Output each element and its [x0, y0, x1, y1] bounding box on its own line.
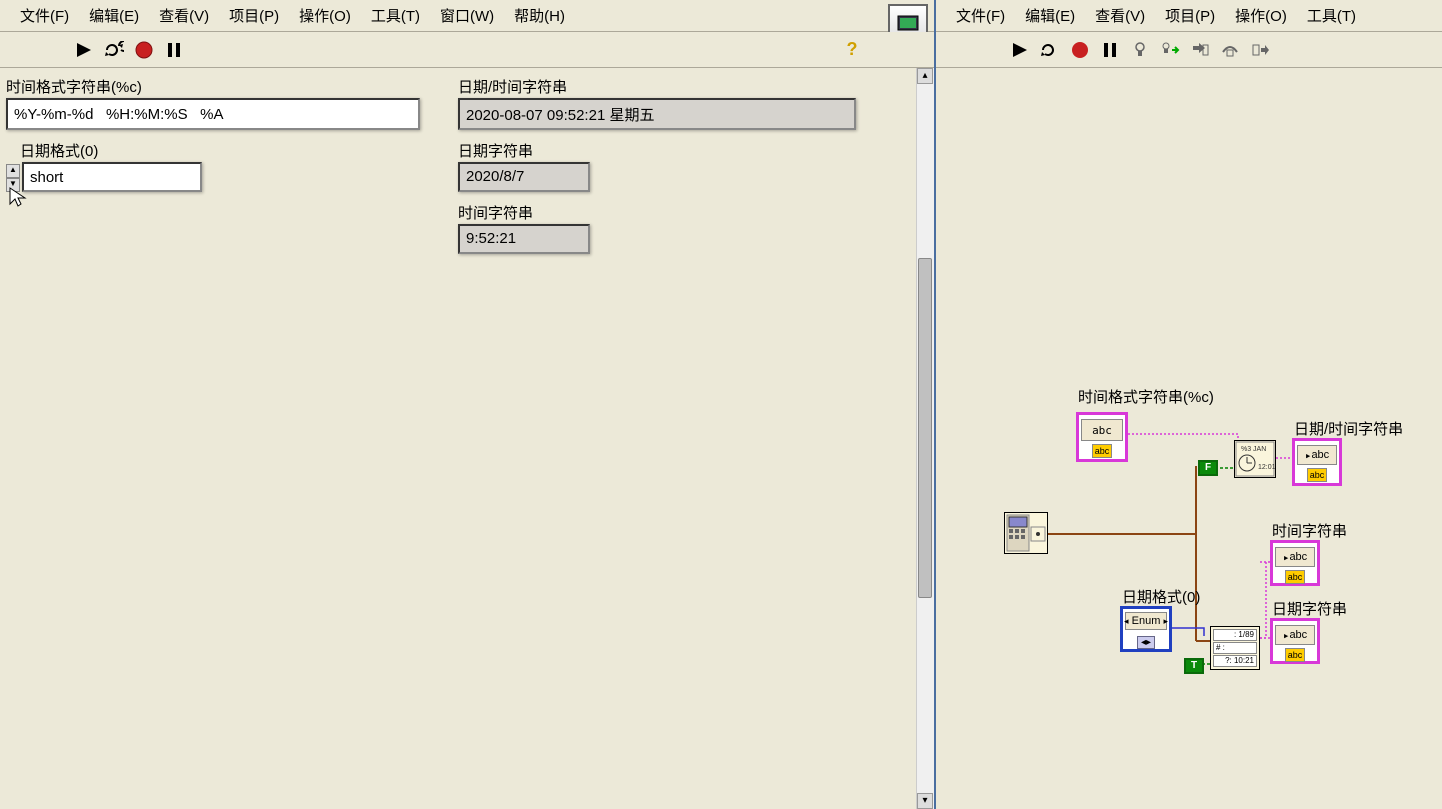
bd-node-time-string-indicator[interactable]: ▸abc abc — [1270, 540, 1320, 586]
toolbar-left: ? — [0, 32, 934, 68]
bd-func-format-date-time-string[interactable]: : 1/89 # : ?: 10:21 — [1210, 626, 1260, 670]
bd-label-time-format-string: 时间格式字符串(%c) — [1078, 386, 1214, 407]
menu-help[interactable]: 帮助(H) — [504, 1, 575, 30]
menu-window[interactable]: 窗口(W) — [430, 1, 504, 30]
abc-glyph-3: ▸abc — [1275, 547, 1315, 567]
step-into-icon[interactable] — [1188, 38, 1212, 62]
step-over-icon[interactable] — [1218, 38, 1242, 62]
menu-operate-bd[interactable]: 操作(O) — [1225, 1, 1297, 30]
abc-glyph-4: ▸abc — [1275, 625, 1315, 645]
menu-edit[interactable]: 编辑(E) — [79, 1, 149, 30]
retain-wire-values-icon[interactable] — [1158, 38, 1182, 62]
abort-button-bd[interactable] — [1068, 38, 1092, 62]
menu-tools[interactable]: 工具(T) — [361, 1, 430, 30]
svg-text:12:01: 12:01 — [1258, 464, 1275, 471]
label-time-string: 时间字符串 — [458, 202, 533, 223]
run-continuous-button-bd[interactable] — [1038, 38, 1062, 62]
front-panel-scrollbar[interactable]: ▴ ▾ — [916, 68, 934, 809]
sub-abc-3: abc — [1285, 570, 1306, 584]
label-date-format: 日期格式(0) — [20, 140, 98, 161]
label-date-string: 日期字符串 — [458, 140, 533, 161]
block-diagram-window: 文件(F) 编辑(E) 查看(V) 项目(P) 操作(O) 工具(T) — [936, 0, 1442, 809]
sub-abc-2: abc — [1307, 468, 1328, 482]
abc-glyph: abc — [1081, 419, 1123, 441]
bd-label-date-string: 日期字符串 — [1272, 598, 1347, 619]
scrollbar-thumb[interactable] — [918, 258, 932, 598]
sub-abc: abc — [1092, 444, 1113, 458]
enum-up-icon[interactable]: ▲ — [6, 164, 20, 178]
menu-file[interactable]: 文件(F) — [10, 1, 79, 30]
bd-bool-true-const[interactable]: T — [1184, 658, 1204, 674]
step-out-icon[interactable] — [1248, 38, 1272, 62]
output-datetime-string: 2020-08-07 09:52:21 星期五 — [458, 98, 856, 130]
bd-label-date-format: 日期格式(0) — [1122, 586, 1200, 607]
highlight-execution-icon[interactable] — [1128, 38, 1152, 62]
bd-label-time-string: 时间字符串 — [1272, 520, 1347, 541]
menu-view-bd[interactable]: 查看(V) — [1085, 1, 1155, 30]
sub-abc-4: abc — [1285, 648, 1306, 662]
input-date-format[interactable] — [22, 162, 202, 192]
menubar-right: 文件(F) 编辑(E) 查看(V) 项目(P) 操作(O) 工具(T) — [936, 0, 1442, 32]
menubar-left: 文件(F) 编辑(E) 查看(V) 项目(P) 操作(O) 工具(T) 窗口(W… — [0, 0, 934, 32]
input-time-format-string[interactable] — [6, 98, 420, 130]
menu-operate[interactable]: 操作(O) — [289, 1, 361, 30]
output-time-string: 9:52:21 — [458, 224, 590, 254]
menu-edit-bd[interactable]: 编辑(E) — [1015, 1, 1085, 30]
bd-node-date-format-control[interactable]: ◂ Enum ▸ ◂▸ — [1120, 606, 1172, 652]
enum-text: Enum — [1132, 615, 1161, 627]
menu-project[interactable]: 项目(P) — [219, 1, 289, 30]
run-button-bd[interactable] — [1008, 38, 1032, 62]
run-continuous-button[interactable] — [102, 38, 126, 62]
front-panel-content: 时间格式字符串(%c) 日期/时间字符串 2020-08-07 09:52:21… — [0, 68, 934, 809]
block-diagram-content[interactable]: 时间格式字符串(%c) abc abc 日期/时间字符串 ▸abc abc %3… — [936, 68, 1442, 809]
bd-func-format-datetime[interactable]: %3 JAN 12:01 — [1234, 440, 1276, 478]
enum-spinner[interactable]: ▲▼ — [6, 164, 20, 192]
toolbar-right — [936, 32, 1442, 68]
scroll-up-icon[interactable]: ▴ — [917, 68, 933, 84]
bd-func-get-datetime[interactable] — [1004, 512, 1048, 554]
menu-project-bd[interactable]: 项目(P) — [1155, 1, 1225, 30]
bd-node-time-format-string-control[interactable]: abc abc — [1076, 412, 1128, 462]
menu-view[interactable]: 查看(V) — [149, 1, 219, 30]
bd-node-date-string-indicator[interactable]: ▸abc abc — [1270, 618, 1320, 664]
bd-node-datetime-string-indicator[interactable]: ▸abc abc — [1292, 438, 1342, 486]
run-button[interactable] — [72, 38, 96, 62]
context-help-icon[interactable]: ? — [842, 40, 862, 60]
bd-bool-false-const[interactable]: F — [1198, 460, 1218, 476]
scroll-down-icon[interactable]: ▾ — [917, 793, 933, 809]
pause-button[interactable] — [162, 38, 186, 62]
output-date-string: 2020/8/7 — [458, 162, 590, 192]
bd-label-datetime-string: 日期/时间字符串 — [1294, 418, 1403, 439]
abort-button[interactable] — [132, 38, 156, 62]
front-panel-window: 文件(F) 编辑(E) 查看(V) 项目(P) 操作(O) 工具(T) 窗口(W… — [0, 0, 936, 809]
menu-tools-bd[interactable]: 工具(T) — [1297, 1, 1366, 30]
abc-glyph-2: ▸abc — [1297, 445, 1337, 465]
enum-down-icon[interactable]: ▼ — [6, 178, 20, 192]
menu-file-bd[interactable]: 文件(F) — [946, 1, 1015, 30]
label-datetime-string: 日期/时间字符串 — [458, 76, 567, 97]
pause-button-bd[interactable] — [1098, 38, 1122, 62]
svg-text:%3 JAN: %3 JAN — [1241, 446, 1266, 453]
label-time-format-string: 时间格式字符串(%c) — [6, 76, 142, 97]
